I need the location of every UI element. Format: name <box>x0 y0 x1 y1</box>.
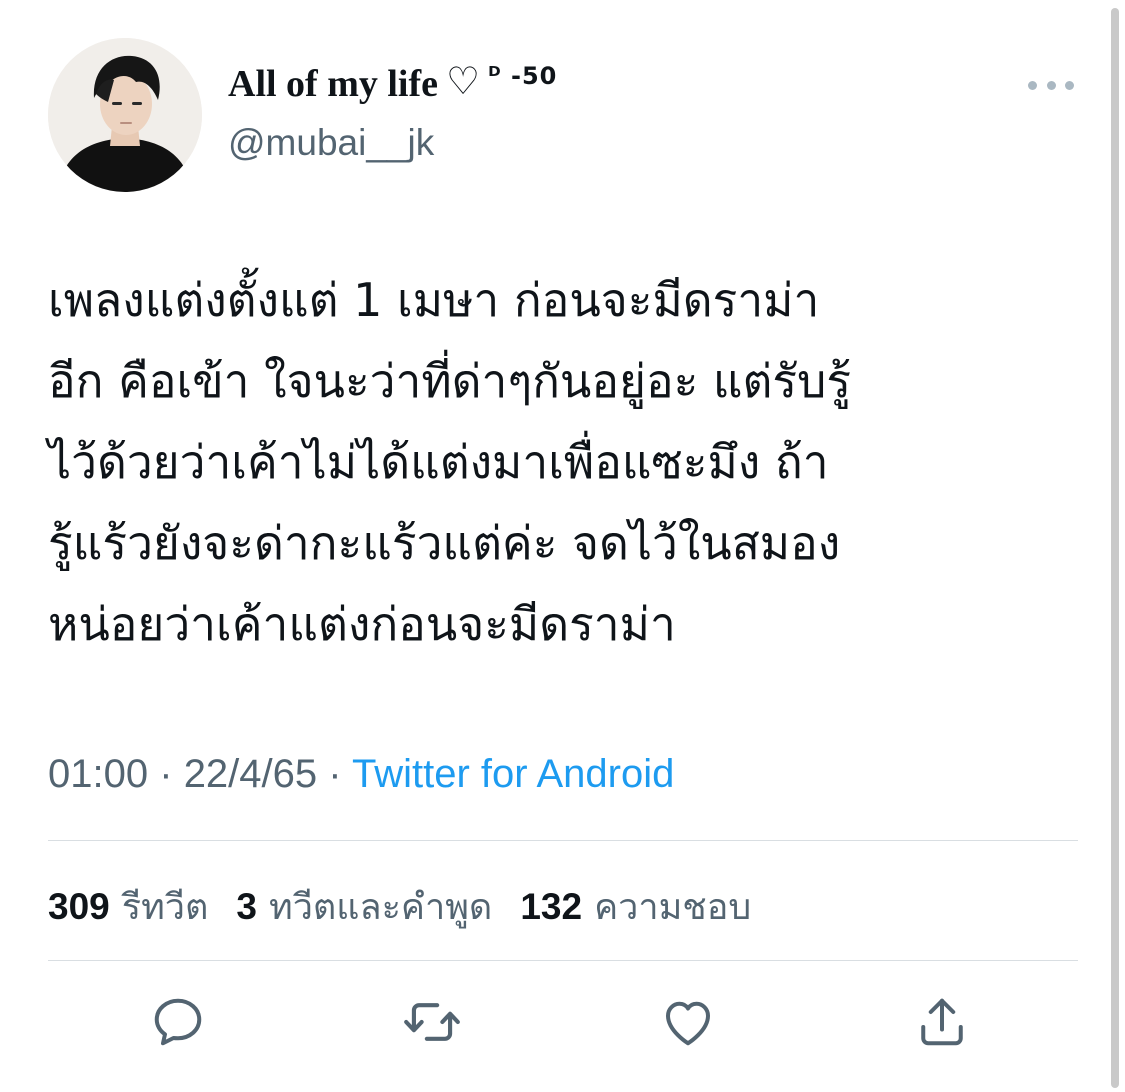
display-name-suffix: ᴰ -50 <box>488 62 558 90</box>
heart-outline-icon: ♡ <box>446 59 481 103</box>
tweet-metadata: 01:00 · 22/4/65 · Twitter for Android <box>48 752 674 797</box>
avatar-image <box>48 38 202 192</box>
heart-icon <box>666 1001 710 1046</box>
reply-icon <box>154 998 202 1046</box>
quotes-count: 3 <box>236 886 257 927</box>
avatar[interactable] <box>48 38 202 192</box>
share-button[interactable] <box>910 990 974 1054</box>
divider <box>48 840 1078 841</box>
tweet-date[interactable]: 22/4/65 <box>184 752 317 796</box>
tweet-text: เพลงแต่งตั้งแต่ 1 เมษา ก่อนจะมีดราม่า อี… <box>48 273 852 651</box>
like-button[interactable] <box>656 990 720 1054</box>
divider <box>48 960 1078 961</box>
meta-separator: · <box>328 752 342 796</box>
share-icon <box>921 998 963 1046</box>
display-name-text: All of my life <box>228 63 439 105</box>
more-dot <box>1065 80 1074 90</box>
more-horizontal-icon[interactable] <box>1028 70 1074 100</box>
quotes-label: ทวีตและคำพูด <box>268 887 493 928</box>
display-name[interactable]: All of my life ♡ ᴰ -50 <box>228 59 558 106</box>
tweet-source-link[interactable]: Twitter for Android <box>352 752 674 796</box>
retweets-stat[interactable]: 309 รีทวีต <box>48 878 208 935</box>
retweets-count: 309 <box>48 886 110 927</box>
retweet-button[interactable] <box>400 990 464 1054</box>
user-handle[interactable]: @mubai__jk <box>228 122 434 164</box>
meta-separator: · <box>159 752 173 796</box>
likes-count: 132 <box>520 886 583 927</box>
scrollbar[interactable] <box>1111 8 1119 1088</box>
tweet-stats: 309 รีทวีต 3 ทวีตและคำพูด 132 ความชอบ <box>48 878 779 935</box>
retweet-icon <box>404 1003 460 1041</box>
retweets-label: รีทวีต <box>121 887 209 928</box>
quotes-stat[interactable]: 3 ทวีตและคำพูด <box>236 878 492 935</box>
likes-stat[interactable]: 132 ความชอบ <box>520 878 751 935</box>
more-dot <box>1046 80 1056 90</box>
tweet-time[interactable]: 01:00 <box>48 752 148 796</box>
reply-button[interactable] <box>146 990 210 1054</box>
more-dot <box>1028 80 1037 90</box>
likes-label: ความชอบ <box>594 887 752 928</box>
